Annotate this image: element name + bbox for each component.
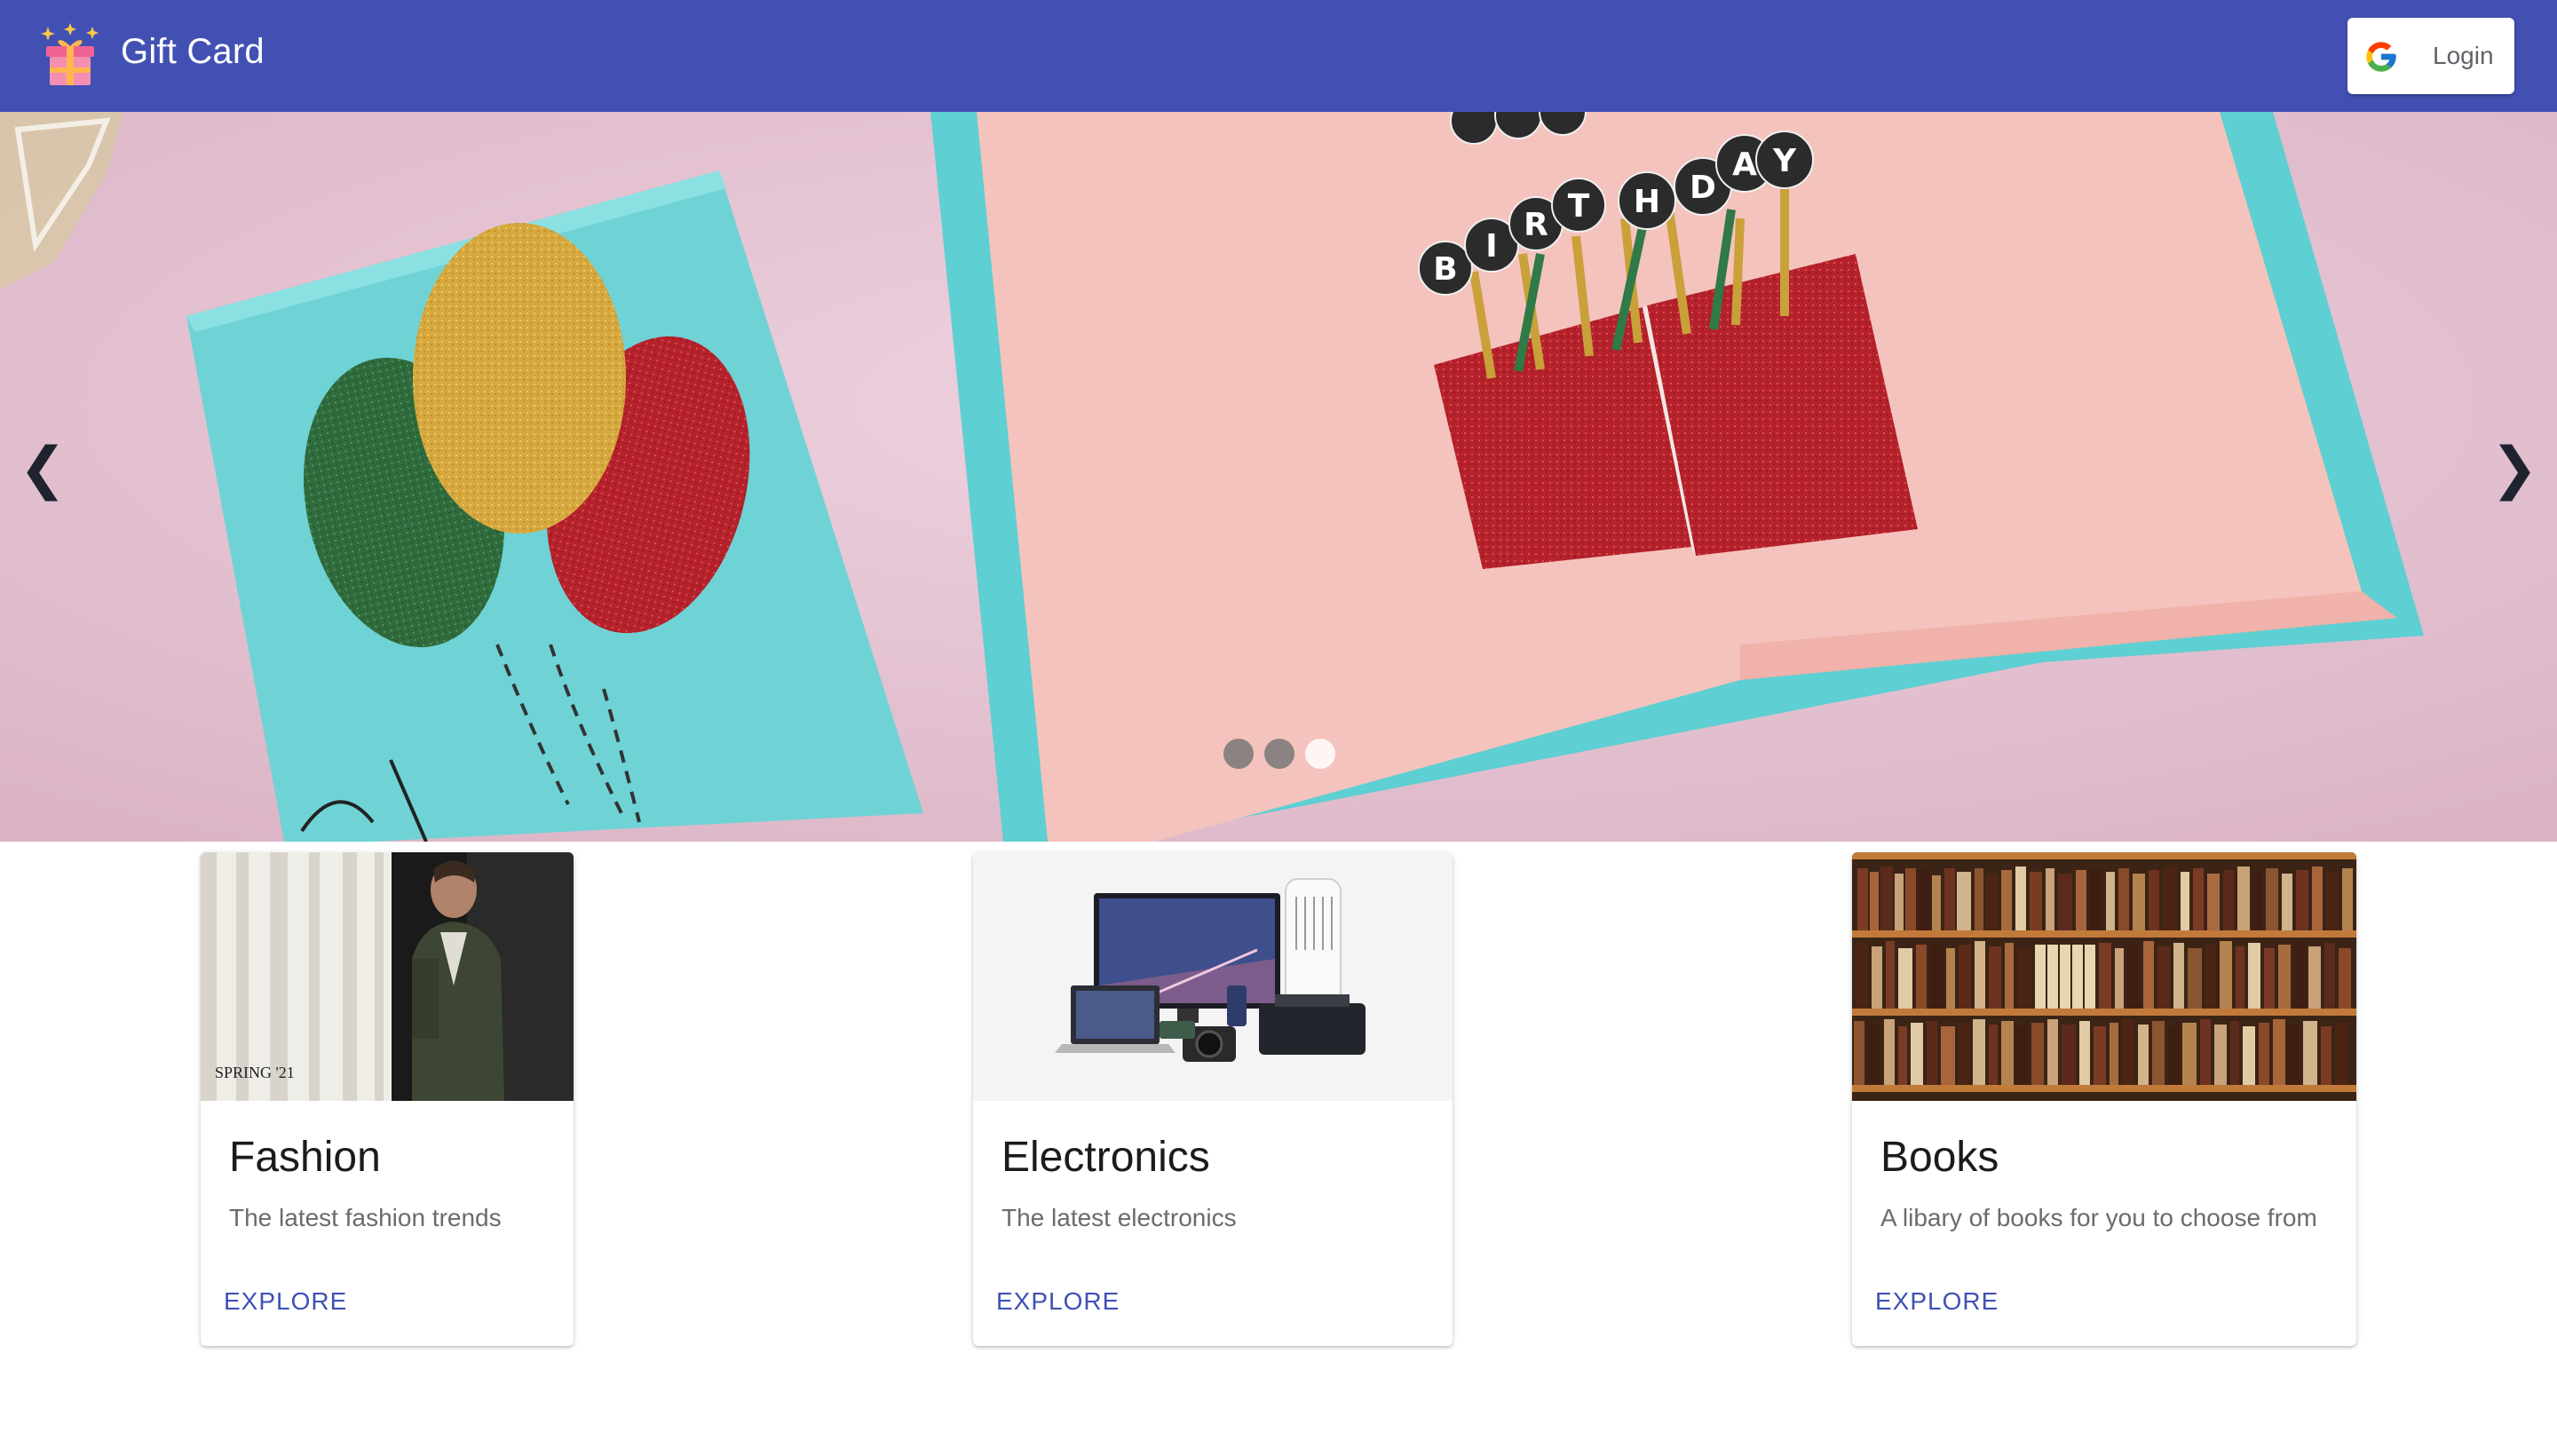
svg-text:I: I — [1485, 228, 1497, 265]
category-card-fashion: SPRING '21 Fashion The latest fashion tr… — [201, 852, 574, 1346]
app-title: Gift Card — [121, 32, 265, 71]
card-title: Books — [1880, 1134, 1999, 1181]
card-title: Fashion — [229, 1134, 381, 1181]
card-description: A libary of books for you to choose from — [1880, 1204, 2317, 1231]
explore-electronics-button[interactable]: EXPLORE — [996, 1287, 1120, 1316]
category-card-electronics: Electronics The latest electronics EXPLO… — [973, 852, 1453, 1346]
carousel-dot-1[interactable] — [1223, 739, 1254, 769]
fashion-image-caption: SPRING '21 — [215, 1064, 295, 1081]
carousel-slide-image: B I R T H D A Y — [0, 112, 2557, 842]
card-description: The latest electronics — [1001, 1204, 1237, 1231]
books-image — [1852, 852, 2356, 1101]
svg-text:R: R — [1524, 207, 1548, 243]
google-g-icon — [2366, 42, 2396, 72]
svg-text:Y: Y — [1772, 143, 1797, 179]
electronics-image — [973, 852, 1453, 1101]
hero-carousel: B I R T H D A Y ❮ ❯ — [0, 112, 2557, 842]
google-login-button[interactable]: Login — [2347, 18, 2514, 94]
svg-text:A: A — [1732, 146, 1757, 183]
login-label: Login — [2433, 42, 2494, 69]
category-card-books: Books A libary of books for you to choos… — [1852, 852, 2356, 1346]
svg-text:B: B — [1433, 251, 1457, 288]
explore-fashion-button[interactable]: EXPLORE — [224, 1287, 347, 1316]
carousel-dot-3[interactable] — [1305, 739, 1335, 769]
carousel-next-button[interactable]: ❯ — [2488, 433, 2541, 504]
explore-books-button[interactable]: EXPLORE — [1875, 1287, 1999, 1316]
carousel-indicators — [1223, 739, 1335, 769]
card-description: The latest fashion trends — [229, 1204, 502, 1231]
gift-icon — [41, 23, 99, 85]
carousel-prev-button[interactable]: ❮ — [16, 433, 69, 504]
app-bar: Gift Card Login — [0, 0, 2557, 112]
svg-text:H: H — [1634, 184, 1660, 220]
svg-text:T: T — [1568, 188, 1590, 225]
card-title: Electronics — [1001, 1134, 1210, 1181]
chevron-right-icon: ❯ — [2490, 436, 2538, 502]
chevron-left-icon: ❮ — [19, 436, 67, 502]
svg-text:D: D — [1690, 170, 1716, 206]
carousel-dot-2[interactable] — [1264, 739, 1294, 769]
